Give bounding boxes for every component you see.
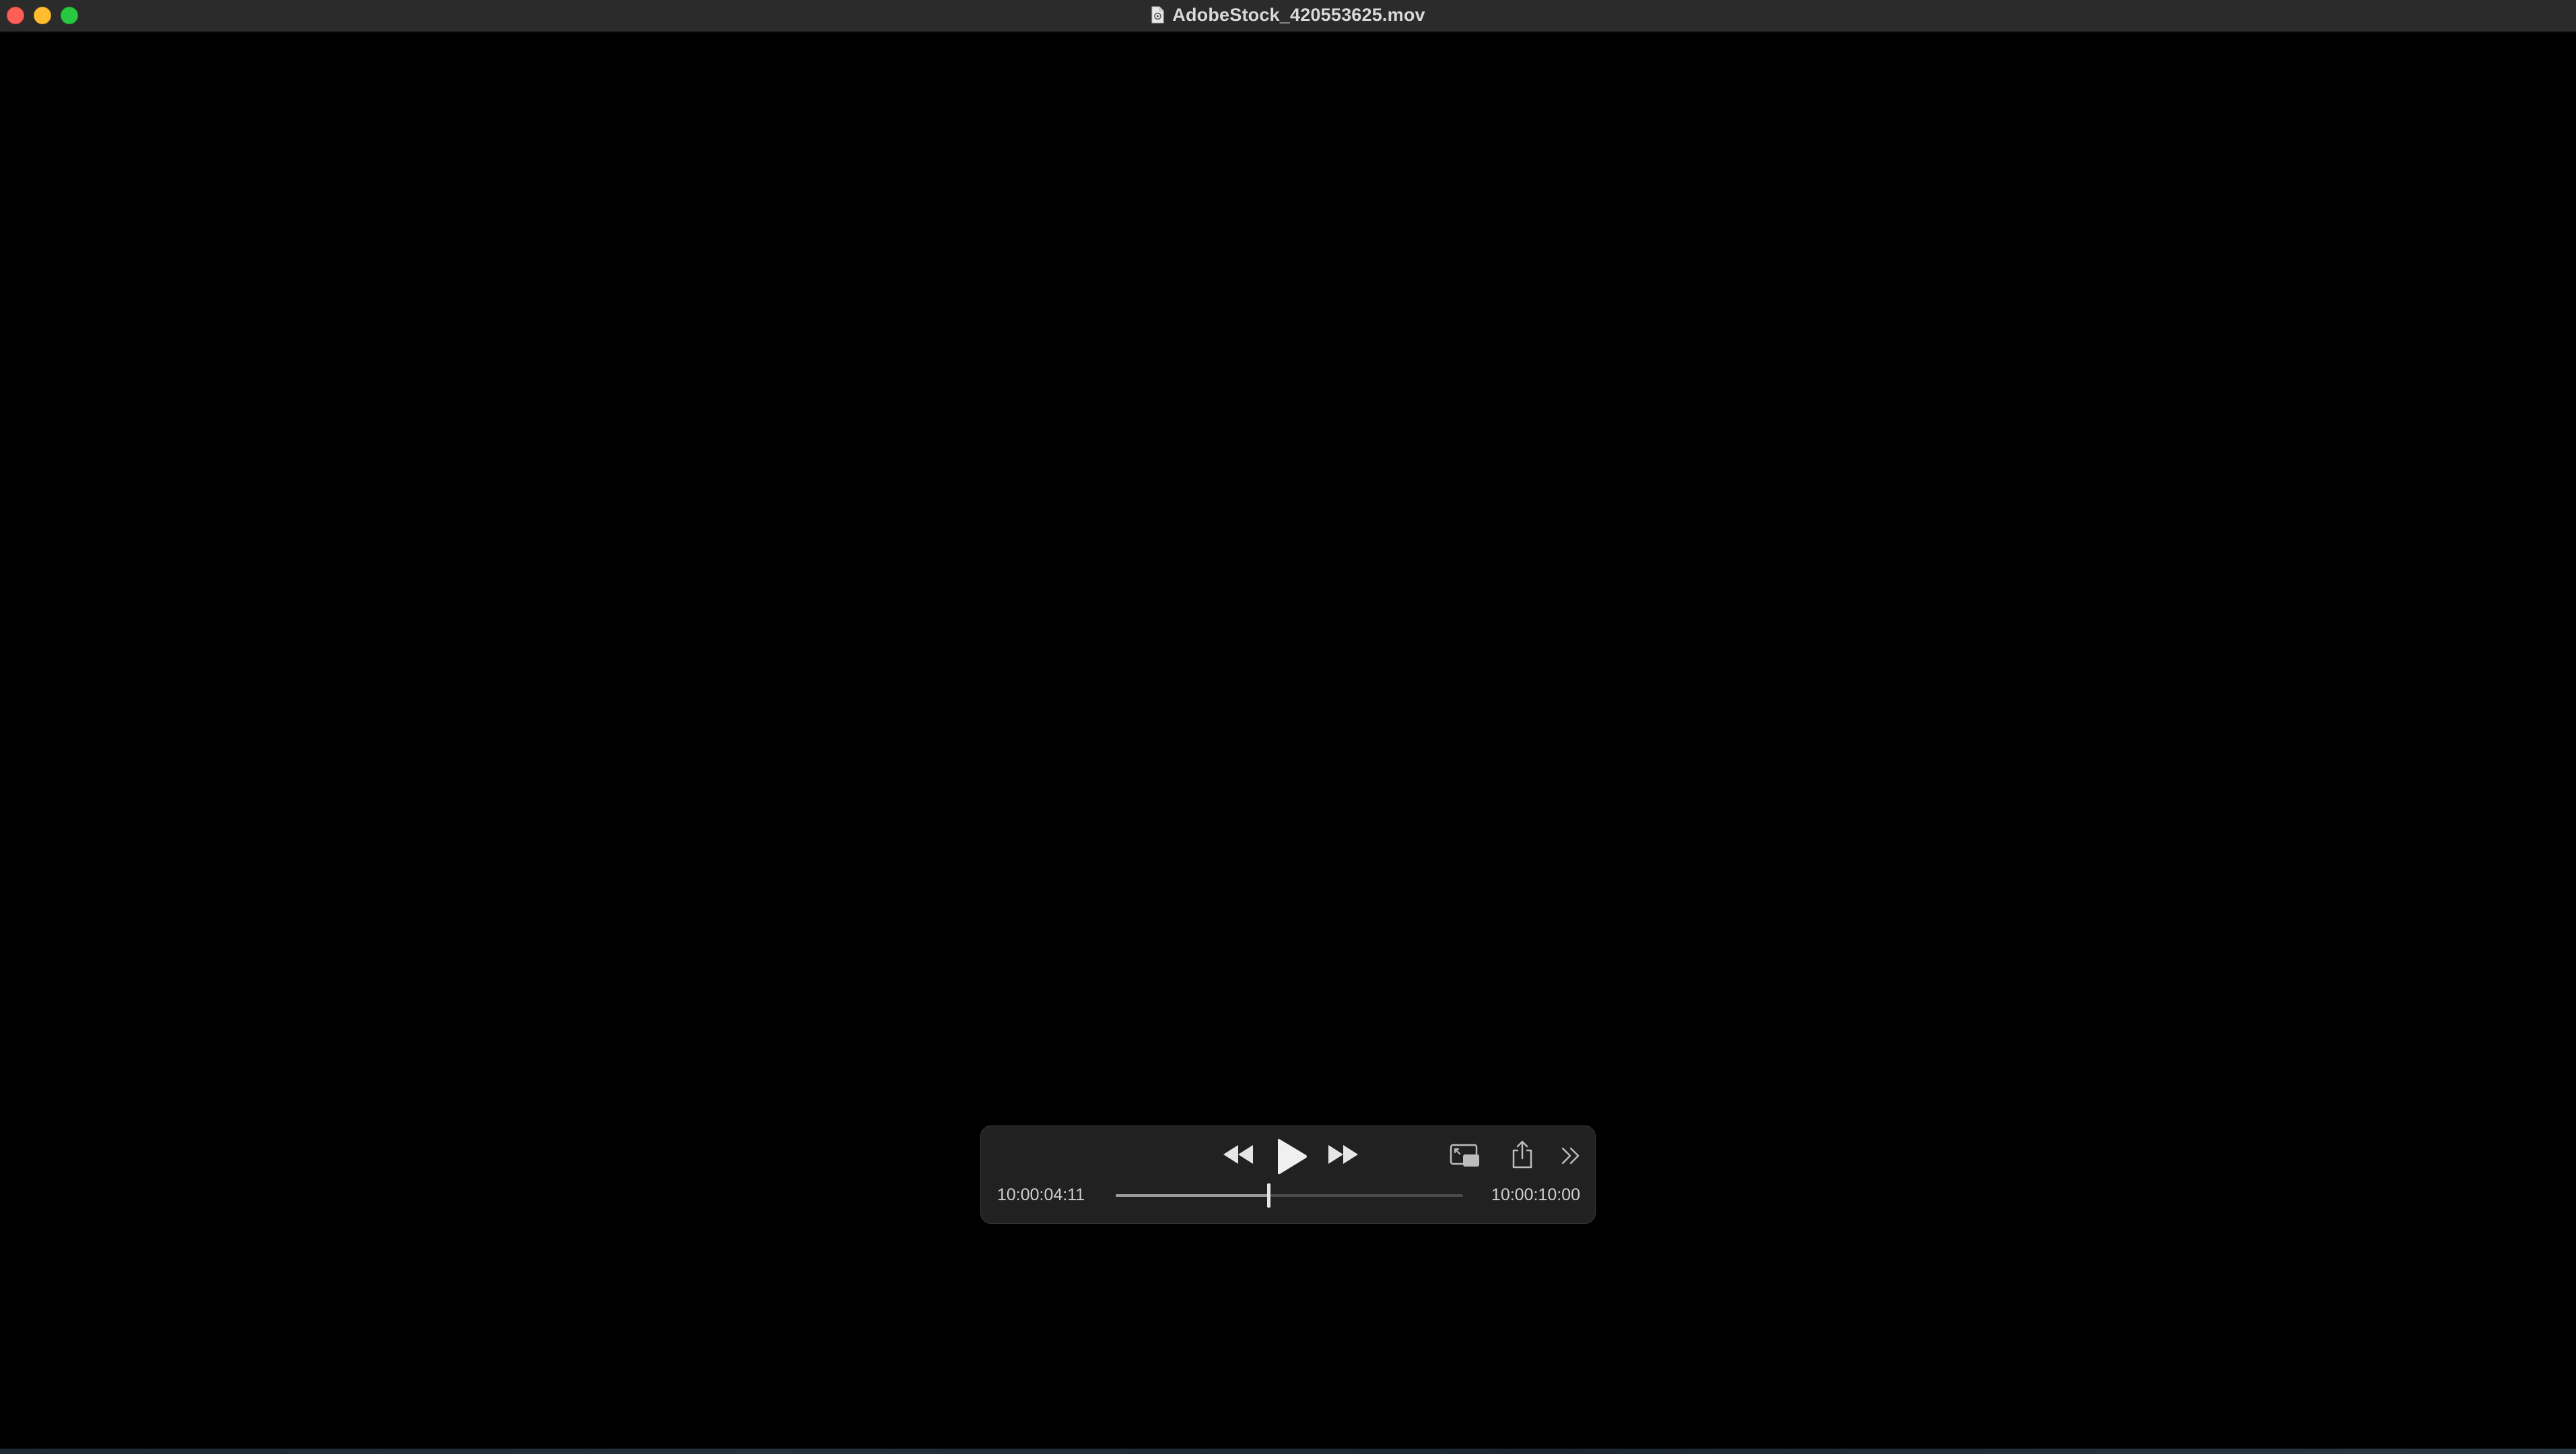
quicktime-window: AdobeStock_420553625.mov 10:00:04:11 10:… [0,0,2576,1454]
fast-forward-button[interactable] [1323,1140,1363,1169]
rewind-button[interactable] [1218,1140,1258,1169]
share-icon [1512,1140,1532,1169]
share-button[interactable] [1509,1138,1536,1171]
current-time-label: 10:00:04:11 [997,1185,1085,1204]
playback-controls[interactable]: 10:00:04:11 10:00:10:00 [980,1126,1596,1224]
desktop-edge-strip [0,1449,2576,1454]
playhead-handle[interactable] [1267,1183,1271,1208]
double-chevron-right-icon [1561,1147,1580,1165]
play-icon [1278,1138,1307,1175]
play-button[interactable] [1270,1136,1314,1177]
more-options-button[interactable] [1557,1142,1584,1169]
picture-in-picture-icon [1450,1144,1479,1167]
fast-forward-icon [1328,1145,1358,1164]
total-time-label: 10:00:10:00 [1491,1185,1580,1204]
title-bar[interactable]: AdobeStock_420553625.mov [0,0,2576,32]
document-icon [1151,6,1164,24]
window-title: AdobeStock_420553625.mov [1172,4,1425,25]
window-title-group: AdobeStock_420553625.mov [0,0,2576,30]
timeline-progress [1116,1194,1269,1197]
video-canvas[interactable] [0,32,2576,1449]
timeline-scrubber[interactable] [1116,1183,1463,1208]
picture-in-picture-button[interactable] [1448,1142,1482,1169]
rewind-icon [1223,1145,1253,1164]
